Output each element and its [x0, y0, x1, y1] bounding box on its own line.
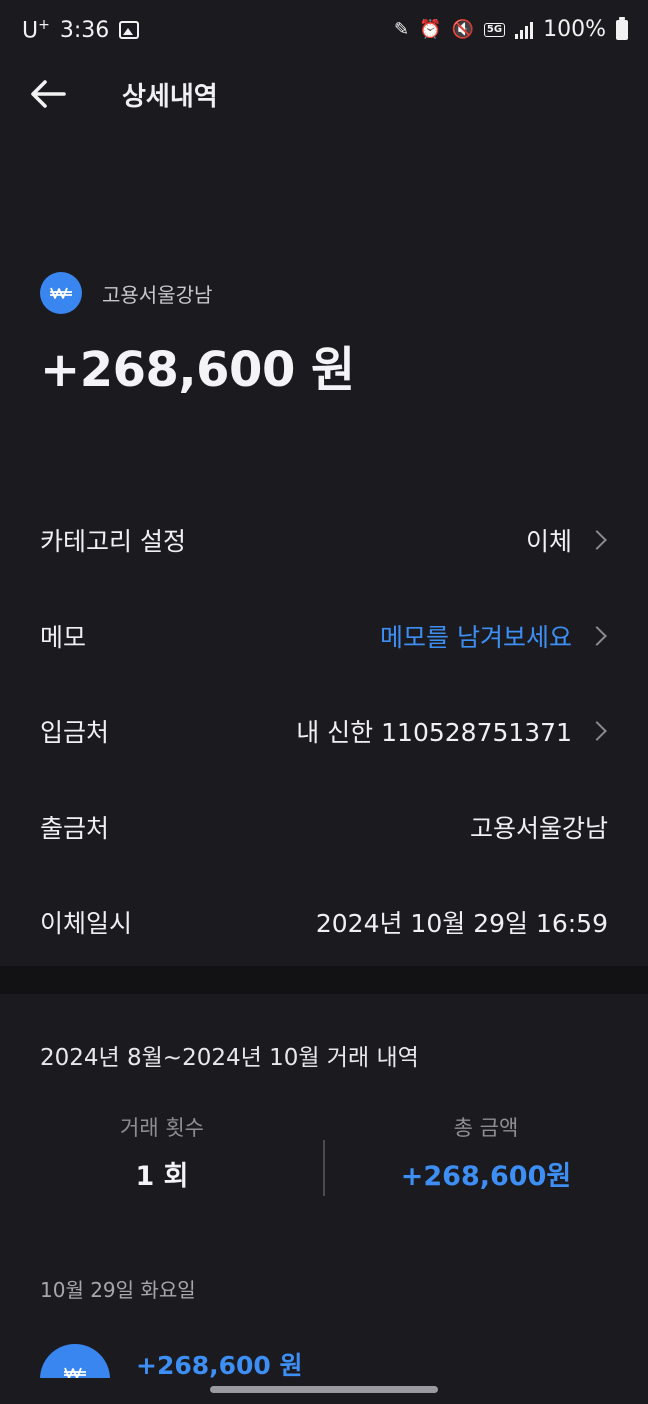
- app-header: 상세내역: [0, 62, 648, 126]
- chevron-right-icon: [587, 530, 607, 550]
- battery-icon: [616, 16, 628, 40]
- transaction-amount: +268,600 원: [40, 342, 355, 398]
- date-header: 10월 29일 화요일: [40, 1278, 196, 1302]
- deposit-value: 내 신한 110528751371: [296, 713, 608, 749]
- section-divider: [0, 966, 648, 994]
- merchant-name: 고용서울강남: [102, 282, 213, 307]
- total-stat: 총 금액 +268,600원: [324, 1112, 648, 1193]
- datetime-value: 2024년 10월 29일 16:59: [315, 909, 608, 938]
- chevron-right-icon: [587, 625, 607, 646]
- count-label: 거래 횟수: [120, 1116, 204, 1140]
- status-bar: U+ 3:36 ✎ ⏰ 🔇 5G 100%: [0, 0, 648, 62]
- gesture-nav-handle[interactable]: [210, 1386, 438, 1393]
- category-row[interactable]: 카테고리 설정 이체: [0, 492, 648, 588]
- status-bar-left: U+ 3:36: [22, 17, 140, 44]
- battery-percent: 100%: [543, 17, 606, 42]
- gallery-icon: [119, 21, 140, 40]
- signal-icon: [515, 21, 534, 39]
- deposit-row[interactable]: 입금처 내 신한 110528751371: [0, 683, 648, 779]
- won-icon: [40, 272, 82, 314]
- history-title: 2024년 8월~2024년 10월 거래 내역: [40, 1045, 419, 1071]
- detail-list: 카테고리 설정 이체 메모 메모를 남겨보세요 입금처 내 신한 1105287…: [0, 492, 648, 970]
- back-button[interactable]: [26, 72, 70, 116]
- carrier-label: U+: [22, 17, 50, 44]
- merchant-row: 고용서울강남: [40, 272, 212, 314]
- count-stat: 거래 횟수 1 회: [0, 1112, 324, 1193]
- alarm-icon: ⏰: [419, 18, 442, 40]
- withdraw-value: 고용서울강남: [469, 813, 608, 843]
- datetime-label: 이체일시: [40, 909, 133, 938]
- screen: U+ 3:36 ✎ ⏰ 🔇 5G 100% 상세내역 고용서울강남 +268,6…: [0, 0, 648, 1404]
- chevron-right-icon: [587, 721, 607, 741]
- list-item-amount: +268,600 원: [136, 1351, 303, 1380]
- status-bar-right: ✎ ⏰ 🔇 5G 100%: [393, 16, 628, 42]
- total-label: 총 금액: [453, 1116, 519, 1140]
- memo-value: 메모를 남겨보세요: [380, 618, 608, 654]
- count-value: 1 회: [135, 1161, 189, 1192]
- page-title: 상세내역: [122, 82, 218, 112]
- mute-icon: 🔇: [451, 18, 474, 40]
- datetime-row: 이체일시 2024년 10월 29일 16:59: [0, 874, 648, 970]
- category-value: 이체: [526, 522, 608, 558]
- memo-row[interactable]: 메모 메모를 남겨보세요: [0, 588, 648, 684]
- history-stats: 거래 횟수 1 회 총 금액 +268,600원: [0, 1112, 648, 1202]
- category-label: 카테고리 설정: [40, 527, 186, 556]
- status-time: 3:36: [59, 17, 110, 43]
- withdraw-label: 출금처: [40, 813, 110, 843]
- pencil-icon: ✎: [393, 18, 410, 40]
- total-value: +268,600원: [400, 1161, 572, 1192]
- arrow-left-icon: [31, 80, 66, 108]
- network-5g-icon: 5G: [483, 22, 506, 37]
- withdraw-row: 출금처 고용서울강남: [0, 779, 648, 875]
- deposit-label: 입금처: [40, 718, 110, 747]
- memo-label: 메모: [40, 622, 87, 652]
